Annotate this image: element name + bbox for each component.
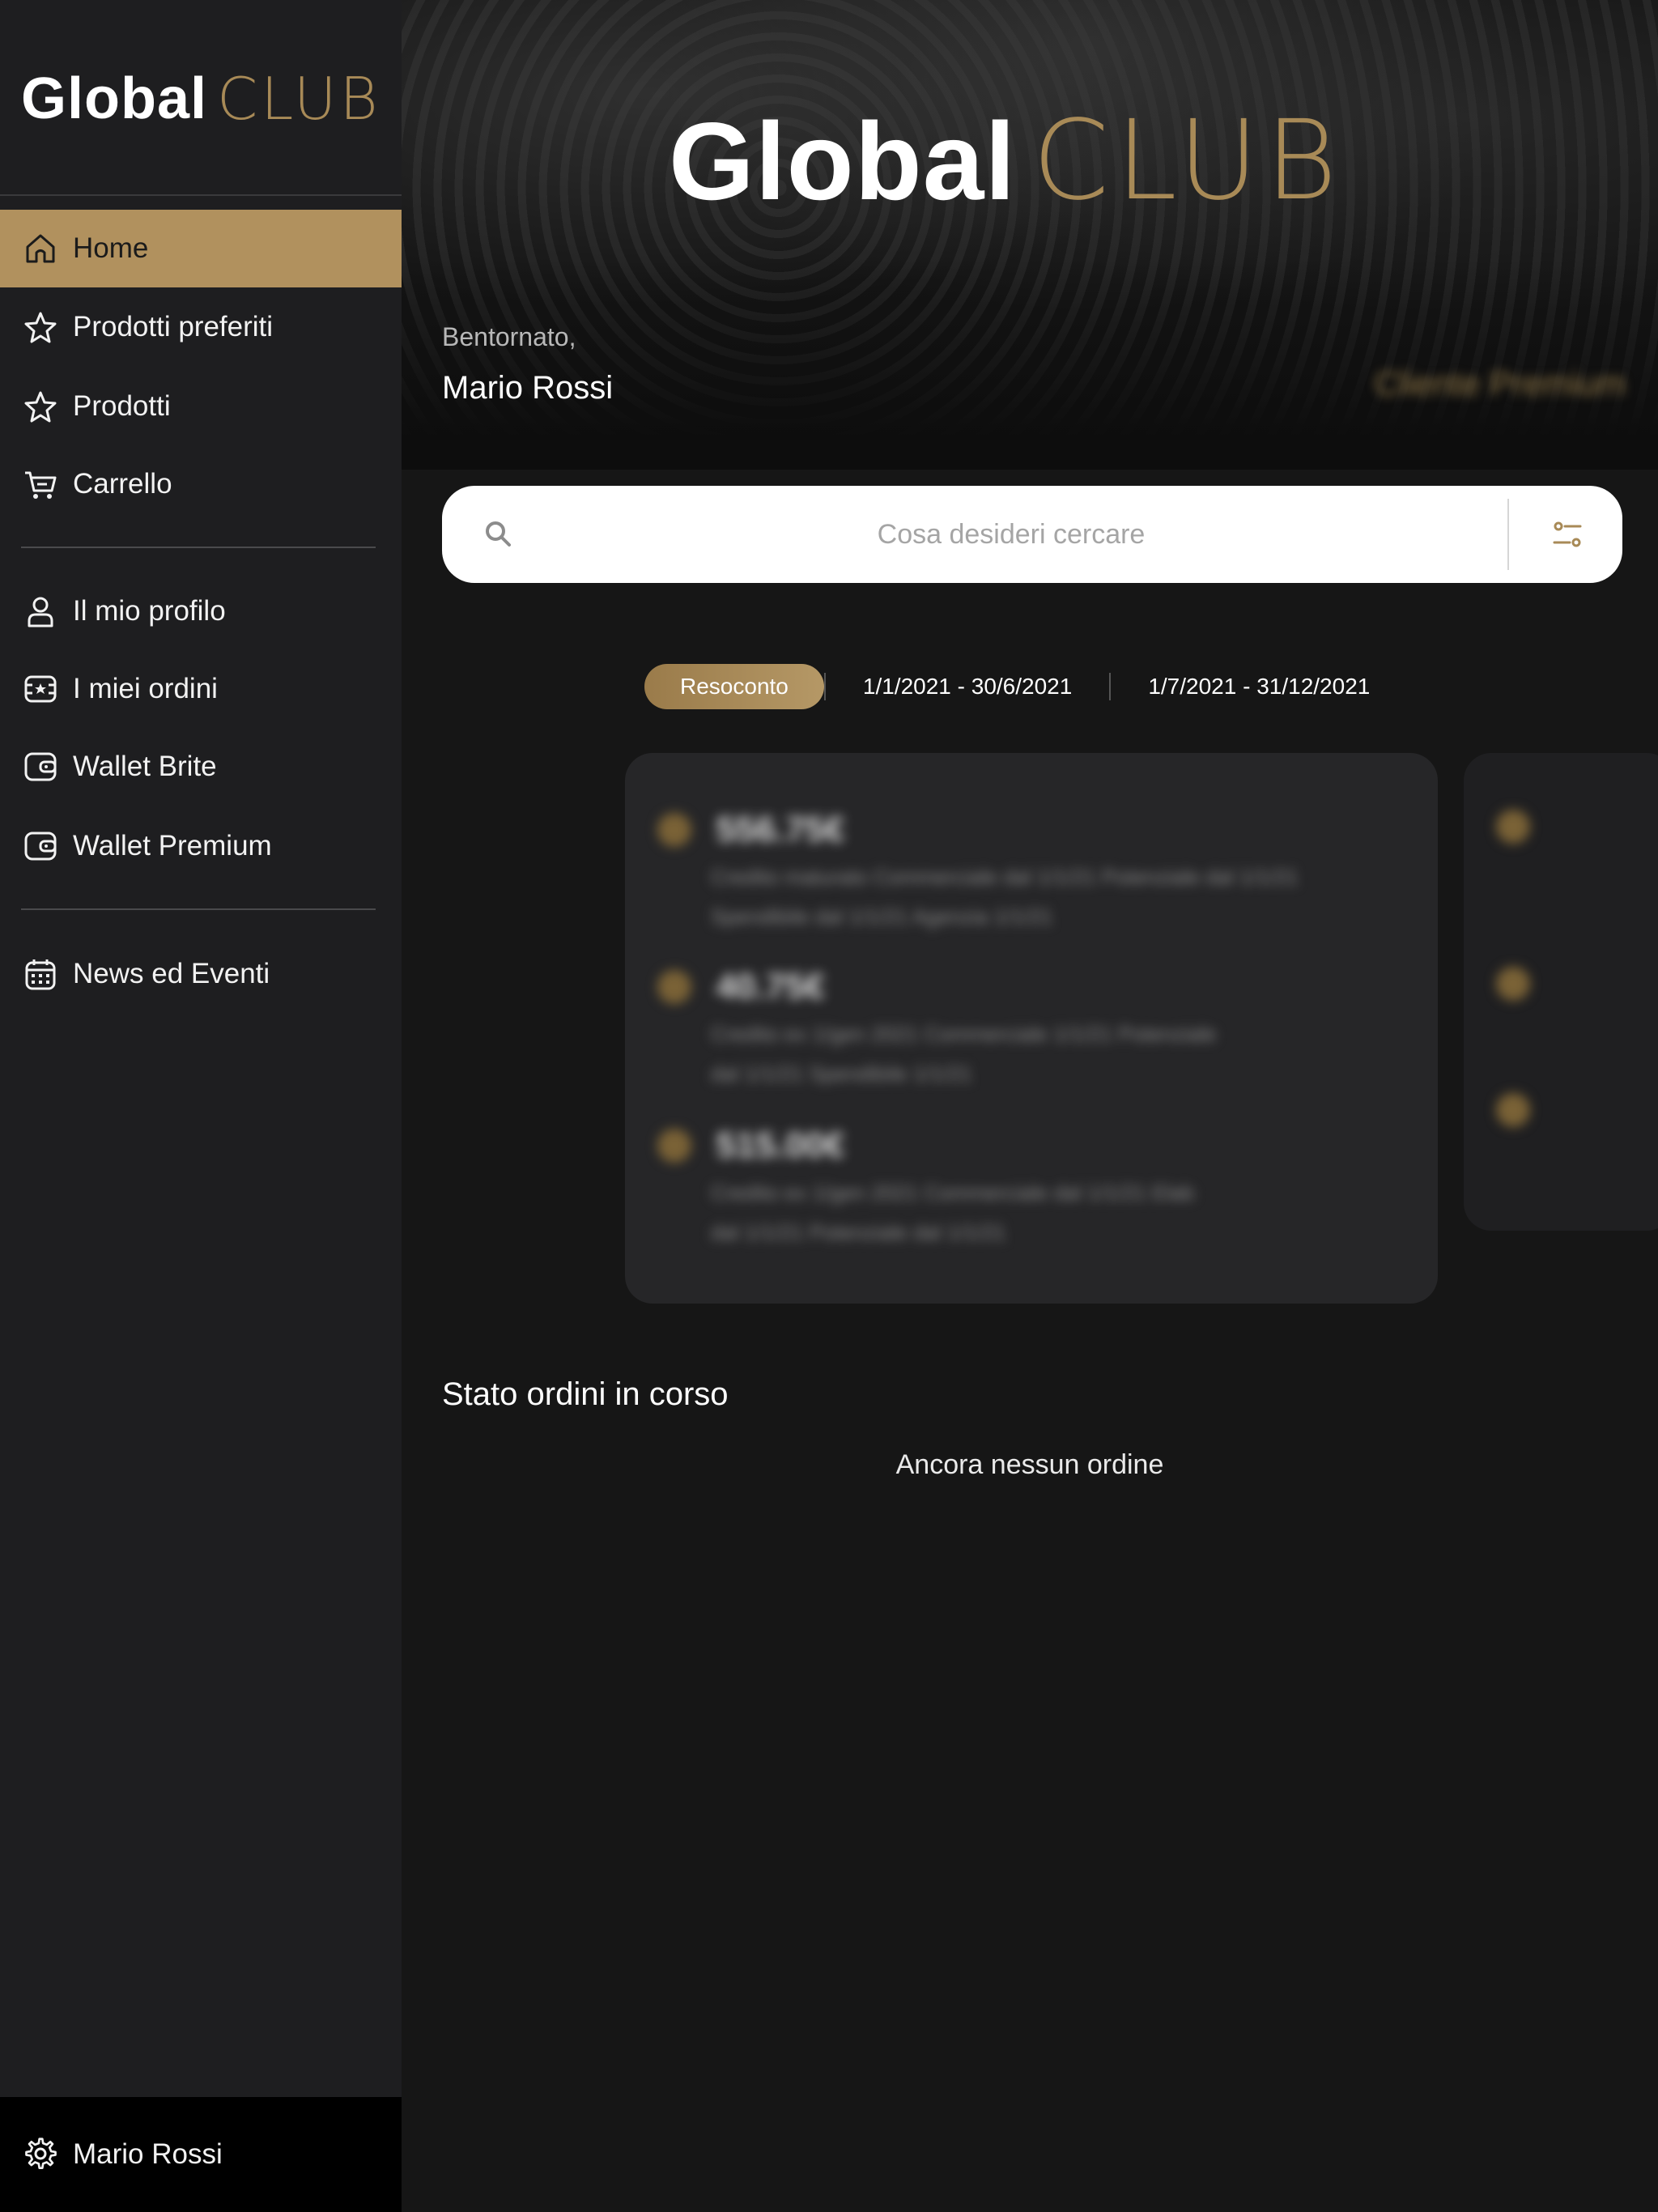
sidebar-footer-user[interactable]: Mario Rossi bbox=[0, 2097, 402, 2212]
sidebar-item-label: Il mio profilo bbox=[73, 595, 226, 627]
orders-empty-message: Ancora nessun ordine bbox=[895, 1449, 1164, 1480]
filter-icon[interactable] bbox=[1548, 515, 1587, 554]
summary-card-next[interactable] bbox=[1464, 753, 1658, 1231]
orders-section-title: Stato ordini in corso bbox=[442, 1376, 729, 1412]
sidebar-item-news-eventi[interactable]: News ed Eventi bbox=[0, 935, 402, 1013]
star-icon bbox=[23, 309, 58, 345]
summary-line: Spendibile dal 1/1/21 Agenzia 1/1/21 bbox=[711, 904, 1053, 929]
welcome-block: Bentornato, Mario Rossi bbox=[442, 322, 613, 406]
summary-line: Credito ex 1/gen 2021 Commerciale 1/1/21… bbox=[711, 1022, 1217, 1046]
welcome-user-name: Mario Rossi bbox=[442, 370, 614, 406]
summary-row: 556.75€ Credito maturato Commerciale dal… bbox=[657, 810, 1299, 929]
home-icon bbox=[23, 231, 58, 266]
logo-club: CLUB bbox=[217, 65, 381, 133]
sidebar-item-label: Wallet Brite bbox=[73, 751, 217, 782]
sidebar-item-wallet-premium[interactable]: Wallet Premium bbox=[0, 807, 402, 885]
hero-logo: G lobal CLUB bbox=[669, 97, 1344, 225]
gear-icon bbox=[23, 2137, 58, 2172]
sidebar-item-profilo[interactable]: Il mio profilo bbox=[0, 572, 402, 650]
summary-row bbox=[1496, 810, 1530, 844]
sidebar-item-carrello[interactable]: Carrello bbox=[0, 445, 402, 523]
period-tabs: Resoconto 1/1/2021 - 30/6/2021 1/7/2021 … bbox=[644, 664, 1407, 709]
coin-icon bbox=[1496, 1093, 1530, 1127]
sidebar-divider bbox=[0, 194, 402, 196]
sidebar-item-label: Carrello bbox=[73, 468, 172, 500]
star-icon bbox=[23, 389, 58, 424]
summary-value: 515.00€ bbox=[716, 1125, 845, 1165]
welcome-greeting: Bentornato, bbox=[442, 322, 576, 351]
sidebar-item-ordini[interactable]: I miei ordini bbox=[0, 650, 402, 728]
sidebar-item-home[interactable]: Home bbox=[0, 210, 402, 287]
tab-second-half-2021[interactable]: 1/7/2021 - 31/12/2021 bbox=[1111, 664, 1407, 709]
coin-icon bbox=[657, 813, 691, 847]
summary-row bbox=[1496, 1093, 1530, 1127]
wallet-icon bbox=[23, 828, 58, 864]
tab-resoconto[interactable]: Resoconto bbox=[644, 664, 824, 709]
search-input[interactable] bbox=[515, 518, 1507, 551]
sidebar-logo[interactable]: G lobal CLUB bbox=[21, 65, 381, 133]
summary-row: 40.75€ Credito ex 1/gen 2021 Commerciale… bbox=[657, 967, 1216, 1087]
sidebar-item-label: I miei ordini bbox=[73, 673, 218, 704]
summary-value: 40.75€ bbox=[716, 967, 826, 1006]
sidebar-item-label: News ed Eventi bbox=[73, 958, 270, 989]
summary-row: 515.00€ Credito ex 1/gen 2021 Commercial… bbox=[657, 1125, 1194, 1245]
customer-tier-badge: Cliente Premium bbox=[1374, 364, 1626, 402]
wallet-icon bbox=[23, 749, 58, 785]
cart-icon bbox=[23, 466, 58, 502]
tab-first-half-2021[interactable]: 1/1/2021 - 30/6/2021 bbox=[826, 664, 1109, 709]
logo-initial: G bbox=[669, 100, 755, 223]
coin-icon bbox=[657, 1129, 691, 1163]
summary-line: Credito ex 1/gen 2021 Commerciale dal 1/… bbox=[711, 1180, 1194, 1205]
search-bar bbox=[442, 486, 1622, 583]
logo-club: CLUB bbox=[1032, 97, 1344, 225]
calendar-icon bbox=[23, 956, 58, 992]
search-divider bbox=[1507, 499, 1509, 570]
sidebar-item-label: Wallet Premium bbox=[73, 830, 272, 861]
orders-icon bbox=[23, 671, 58, 707]
sidebar-footer-label: Mario Rossi bbox=[73, 2138, 223, 2170]
main-content: G lobal CLUB Bentornato, Mario Rossi Cli… bbox=[402, 0, 1658, 2212]
sidebar-item-label: Home bbox=[73, 232, 149, 264]
sidebar-item-label: Prodotti bbox=[73, 390, 171, 422]
sidebar: G lobal CLUB Home Prodotti preferiti Pro… bbox=[0, 0, 402, 2212]
summary-card[interactable]: 556.75€ Credito maturato Commerciale dal… bbox=[625, 753, 1438, 1304]
sidebar-separator bbox=[21, 547, 376, 548]
logo-initial: G bbox=[21, 66, 68, 131]
summary-row bbox=[1496, 967, 1530, 1001]
logo-word: lobal bbox=[755, 100, 1017, 223]
sidebar-item-prodotti[interactable]: Prodotti bbox=[0, 368, 402, 445]
coin-icon bbox=[1496, 810, 1530, 844]
sidebar-item-prodotti-preferiti[interactable]: Prodotti preferiti bbox=[0, 288, 402, 366]
logo-word: lobal bbox=[67, 66, 208, 131]
coin-icon bbox=[1496, 967, 1530, 1001]
summary-line: dal 1/1/21 Spendibile 1/1/21 bbox=[711, 1061, 972, 1086]
sidebar-item-wallet-brite[interactable]: Wallet Brite bbox=[0, 728, 402, 806]
search-icon bbox=[486, 521, 511, 547]
summary-line: Credito maturato Commerciale dal 1/1/21 … bbox=[711, 865, 1299, 889]
user-icon bbox=[23, 593, 58, 629]
sidebar-separator bbox=[21, 908, 376, 910]
summary-line: dal 1/1/21 Potenziale dal 1/1/21 bbox=[711, 1220, 1006, 1244]
coin-icon bbox=[657, 970, 691, 1004]
summary-value: 556.75€ bbox=[716, 810, 845, 849]
sidebar-item-label: Prodotti preferiti bbox=[73, 311, 274, 342]
